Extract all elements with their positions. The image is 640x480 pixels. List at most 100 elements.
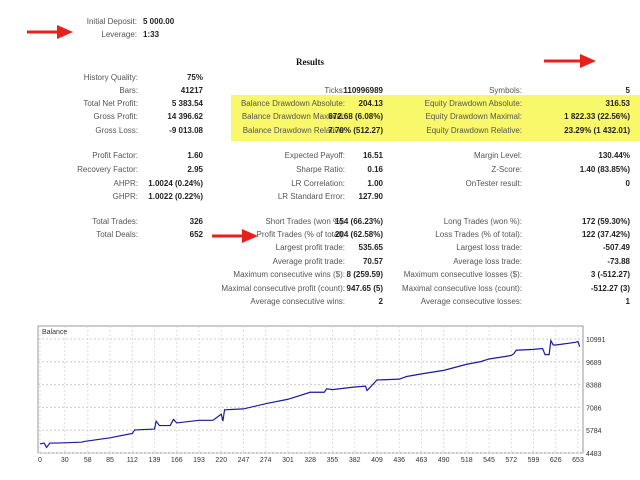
stat-value: -507.49 [602, 243, 630, 252]
y-tick-label: 9689 [586, 360, 602, 367]
initial-deposit-label: Initial Deposit: [86, 17, 137, 26]
stat-label: Symbols: [489, 86, 522, 95]
balance-chart: 4483 5784 7086 8388 9689 10991 0 30 58 85 112 139 16… [37, 325, 606, 464]
x-tick-label: 409 [371, 457, 383, 464]
stat-value: 0 [625, 179, 630, 188]
stat-value: 154 (66.23%) [334, 217, 383, 226]
x-tick-label: 112 [127, 457, 138, 464]
stat-label: Margin Level: [473, 151, 522, 160]
stat-label: Bars: [119, 86, 138, 95]
stat-label: Sharpe Ratio: [296, 165, 345, 174]
x-tick-label: 58 [84, 457, 92, 464]
stat-value: 652 [189, 230, 203, 239]
x-tick-label: 355 [327, 457, 339, 464]
stat-label: Average consecutive losses: [420, 297, 522, 306]
stat-value: 1 822.33 (22.56%) [564, 112, 630, 121]
stat-label: Largest loss trade: [456, 243, 522, 252]
x-tick-label: 626 [550, 457, 562, 464]
x-tick-label: 0 [38, 457, 42, 464]
chart-frame [37, 325, 584, 454]
stat-value: 23.29% (1 432.01) [564, 126, 630, 135]
stat-label: Balance Drawdown Absolute: [240, 99, 345, 108]
stat-value: 7.70% (512.27) [328, 126, 383, 135]
stat-label: Equity Drawdown Relative: [426, 126, 522, 135]
x-tick-label: 490 [438, 457, 450, 464]
chart-title: Balance [42, 329, 67, 336]
stat-label: Total Deals: [96, 230, 138, 239]
stat-label: Expected Payoff: [284, 151, 345, 160]
stat-value: 204 (62.58%) [334, 230, 383, 239]
stat-label: Equity Drawdown Maximal: [425, 112, 522, 121]
x-tick-label: 599 [528, 457, 540, 464]
x-tick-label: 463 [416, 457, 428, 464]
x-tick-label: 30 [61, 457, 69, 464]
stat-value: 2 [378, 297, 383, 306]
stat-value: 204.13 [358, 99, 383, 108]
stat-label: Largest profit trade: [275, 243, 345, 252]
y-tick-label: 10991 [586, 337, 606, 344]
stat-value: 16.51 [362, 151, 383, 160]
stat-label: GHPR: [112, 192, 138, 201]
x-tick-label: 166 [171, 457, 183, 464]
initial-deposit-value: 5 000.00 [143, 17, 175, 26]
stat-label: Gross Loss: [95, 126, 138, 135]
stat-label: Average profit trade: [272, 257, 345, 266]
stat-label: Short Trades (won %): [265, 217, 345, 226]
stat-label: Long Trades (won %): [443, 217, 522, 226]
x-tick-label: 328 [304, 457, 316, 464]
stat-value: 75% [186, 73, 203, 82]
stat-value: 172 (59.30%) [581, 217, 630, 226]
stat-value: 1 [625, 297, 630, 306]
x-tick-label: 139 [149, 457, 161, 464]
stat-value: 535.65 [358, 243, 383, 252]
stat-value: 3 (-512.27) [590, 270, 630, 279]
stat-value: -9 013.08 [169, 126, 203, 135]
x-tick-label: 518 [461, 457, 473, 464]
y-tick-label: 8388 [586, 383, 602, 390]
stat-value: -73.88 [607, 257, 630, 266]
arrow-icon [212, 229, 258, 243]
stat-value: 1.40 (83.85%) [579, 165, 630, 174]
stat-label: Maximal consecutive profit (count): [221, 284, 345, 293]
stat-label: History Quality: [83, 73, 138, 82]
x-tick-label: 653 [572, 457, 584, 464]
x-tick-label: 247 [238, 457, 250, 464]
stat-value: 110996989 [343, 86, 383, 95]
x-tick-label: 301 [282, 457, 294, 464]
x-tick-label: 220 [215, 457, 227, 464]
stat-value: 1.0024 (0.24%) [148, 179, 203, 188]
stat-label: LR Standard Error: [277, 192, 345, 201]
results-title: Results [295, 57, 324, 67]
stat-label: OnTester result: [465, 179, 522, 188]
stat-value: 0.16 [367, 165, 383, 174]
stat-label: Equity Drawdown Absolute: [424, 99, 522, 108]
stat-value: -512.27 (3) [590, 284, 630, 293]
stat-value: 672.68 (6.08%) [328, 112, 383, 121]
stat-value: 122 (37.42%) [581, 230, 630, 239]
stat-value: 326 [189, 217, 203, 226]
stat-label: Average consecutive wins: [250, 297, 345, 306]
stat-value: 130.44% [598, 151, 630, 160]
x-tick-label: 274 [260, 457, 272, 464]
stat-value: 1.00 [367, 179, 383, 188]
stat-value: 947.65 (5) [346, 284, 383, 293]
stat-label: Maximum consecutive losses ($): [403, 270, 522, 279]
stat-value: 5 [625, 86, 630, 95]
leverage-label: Leverage: [101, 30, 137, 39]
stat-label: Loss Trades (% of total): [435, 230, 522, 239]
x-tick-label: 85 [106, 457, 114, 464]
stat-value: 2.95 [187, 165, 203, 174]
stat-value: 14 396.62 [167, 112, 203, 121]
x-tick-label: 382 [349, 457, 361, 464]
arrow-icon [27, 25, 73, 39]
leverage-value: 1:33 [143, 30, 160, 39]
stat-value: 41217 [180, 86, 203, 95]
stat-value: 70.57 [362, 257, 383, 266]
stat-label: LR Correlation: [291, 179, 345, 188]
x-tick-label: 436 [393, 457, 405, 464]
stat-value: 8 (259.59) [346, 270, 383, 279]
arrow-icon [544, 54, 596, 68]
stat-value: 5 383.54 [171, 99, 203, 108]
x-tick-label: 545 [483, 457, 495, 464]
stat-label: Profit Factor: [92, 151, 138, 160]
